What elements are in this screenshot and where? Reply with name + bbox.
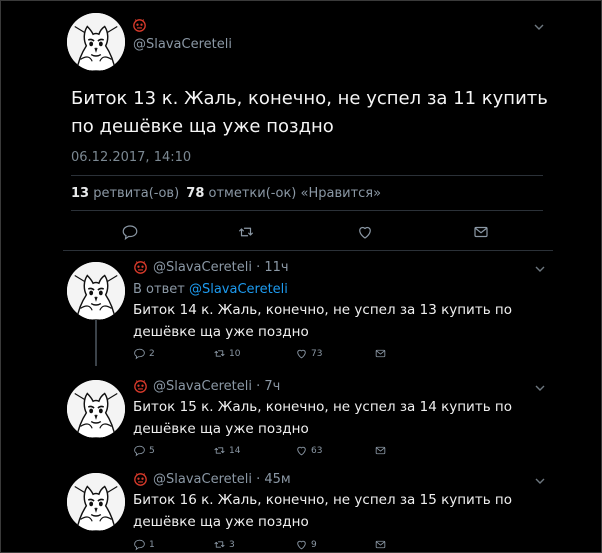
reply-icon: [133, 538, 146, 551]
tweet-text: Биток 13 к. Жаль, конечно, не успел за 1…: [71, 88, 548, 137]
retweet-icon[interactable]: [237, 223, 255, 241]
tweet-text: Биток 16 к. Жаль, конечно, не успел за 1…: [133, 492, 513, 530]
emoji-badge-icon: [134, 473, 147, 486]
in-reply-handle-link[interactable]: @SlavaCereteli: [189, 282, 288, 297]
tweet-stats: 13 ретвита(-ов) 78 отметки(-ок) «Нравитс…: [71, 186, 381, 201]
in-reply-prefix: В ответ: [133, 282, 185, 297]
reply-time[interactable]: 45м: [264, 472, 290, 487]
message-action[interactable]: [374, 347, 387, 360]
like-icon[interactable]: [356, 223, 374, 241]
message-icon: [374, 347, 387, 360]
reply-count: 1: [149, 539, 155, 550]
reply-count: 2: [149, 348, 155, 359]
like-action[interactable]: 9: [295, 538, 317, 551]
retweet-count: 3: [229, 539, 235, 550]
like-count: 9: [311, 539, 317, 550]
message-icon: [374, 444, 387, 457]
reply-action[interactable]: 1: [133, 538, 155, 551]
avatar[interactable]: [67, 13, 125, 71]
like-icon: [295, 444, 308, 457]
in-reply-to: В ответ @SlavaCereteli: [133, 282, 288, 297]
message-icon[interactable]: [472, 223, 490, 241]
likes-label[interactable]: отметки(-ок) «Нравится»: [209, 186, 382, 201]
reply-time[interactable]: 11ч: [264, 260, 288, 275]
author-handle[interactable]: @SlavaCereteli: [153, 472, 252, 487]
retweet-icon: [213, 538, 226, 551]
tweet-timestamp[interactable]: 06.12.2017, 14:10: [71, 150, 191, 165]
like-action[interactable]: 63: [295, 444, 322, 457]
retweet-action[interactable]: 3: [213, 538, 235, 551]
retweet-action[interactable]: 10: [213, 347, 240, 360]
avatar[interactable]: [67, 380, 125, 438]
emoji-badge-icon: [134, 380, 147, 393]
retweet-icon: [213, 444, 226, 457]
reply-count: 5: [149, 445, 155, 456]
emoji-badge-icon: [133, 19, 146, 32]
reply-icon: [133, 444, 146, 457]
reply-icon[interactable]: [121, 223, 139, 241]
divider: [63, 250, 553, 251]
divider: [71, 210, 543, 211]
author-handle[interactable]: @SlavaCereteli: [153, 379, 252, 394]
message-action[interactable]: [374, 538, 387, 551]
divider: [71, 175, 543, 176]
message-icon: [374, 538, 387, 551]
reply-header: @SlavaCereteli · 45м: [153, 472, 291, 487]
reply-action[interactable]: 2: [133, 347, 155, 360]
like-icon: [295, 347, 308, 360]
like-count: 73: [311, 348, 323, 359]
chevron-down-icon[interactable]: [534, 263, 546, 275]
author-handle[interactable]: @SlavaCereteli: [133, 37, 232, 52]
retweet-action[interactable]: 14: [213, 444, 240, 457]
avatar[interactable]: [67, 473, 125, 531]
retweets-label[interactable]: ретвита(-ов): [93, 186, 179, 201]
reply-header: @SlavaCereteli · 11ч: [153, 260, 289, 275]
like-count: 63: [311, 445, 323, 456]
retweet-count: 10: [229, 348, 241, 359]
like-icon: [295, 538, 308, 551]
chevron-down-icon[interactable]: [534, 382, 546, 394]
thread-line: [95, 320, 97, 366]
emoji-badge-icon: [134, 261, 147, 274]
chevron-down-icon[interactable]: [534, 475, 546, 487]
reply-time[interactable]: 7ч: [264, 379, 280, 394]
like-action[interactable]: 73: [295, 347, 322, 360]
message-action[interactable]: [374, 444, 387, 457]
chevron-down-icon[interactable]: [533, 21, 545, 33]
reply-header: @SlavaCereteli · 7ч: [153, 379, 281, 394]
retweets-count[interactable]: 13: [71, 186, 89, 201]
avatar[interactable]: [67, 262, 125, 320]
retweet-icon: [213, 347, 226, 360]
retweet-count: 14: [229, 445, 241, 456]
reply-icon: [133, 347, 146, 360]
reply-action[interactable]: 5: [133, 444, 155, 457]
likes-count[interactable]: 78: [186, 186, 204, 201]
author-handle[interactable]: @SlavaCereteli: [153, 260, 252, 275]
tweet-text: Биток 15 к. Жаль, конечно, не успел за 1…: [133, 399, 513, 437]
tweet-text: Биток 14 к. Жаль, конечно, не успел за 1…: [133, 302, 513, 340]
